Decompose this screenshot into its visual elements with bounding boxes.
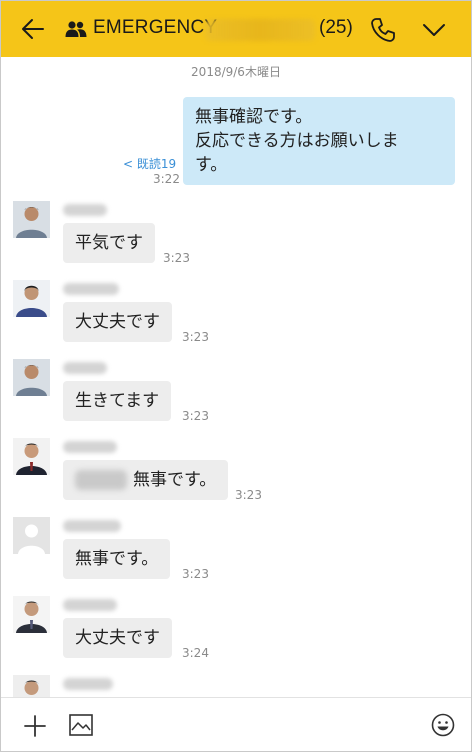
avatar-placeholder[interactable] [13, 517, 50, 554]
avatar[interactable] [13, 280, 50, 317]
date-separator: 2018/9/6木曜日 [191, 65, 281, 79]
sender-name-redacted [63, 599, 117, 611]
incoming-message[interactable]: 平気です [63, 223, 155, 263]
message-list[interactable]: 2018/9/6木曜日 無事確認です。 反応できる方はお願いしま す。 < 既読… [1, 57, 471, 697]
chat-header: EMERGENCY (25) [1, 1, 471, 57]
redacted-text [75, 470, 127, 490]
message-time: 3:23 [182, 567, 209, 581]
emoji-icon[interactable] [431, 713, 455, 737]
incoming-message[interactable]: 大丈夫です [63, 618, 172, 658]
message-time: 3:23 [235, 488, 262, 502]
avatar[interactable] [13, 596, 50, 633]
message-time: 3:23 [163, 251, 190, 265]
message-time: 3:23 [182, 330, 209, 344]
incoming-message[interactable]: 無事です。 [63, 460, 229, 500]
read-receipt[interactable]: < 既読19 [123, 155, 176, 172]
chat-screen: EMERGENCY (25) 2018/9/6木曜日 無事確認です。 反応できる… [0, 0, 472, 752]
sender-name-redacted [63, 283, 119, 295]
sender-name-redacted [63, 362, 107, 374]
back-arrow-icon[interactable] [19, 15, 47, 43]
message-text: 無事です。 [133, 470, 217, 490]
group-icon [65, 20, 87, 38]
sender-name-redacted [63, 204, 107, 216]
chat-title[interactable]: EMERGENCY [93, 17, 217, 39]
phone-icon[interactable] [369, 16, 397, 44]
sender-name-redacted [63, 520, 121, 532]
avatar[interactable] [13, 438, 50, 475]
avatar[interactable] [13, 359, 50, 396]
chevron-down-icon[interactable] [421, 19, 447, 41]
outgoing-message[interactable]: 無事確認です。 反応できる方はお願いしま す。 [183, 97, 455, 185]
message-line: 無事確認です。 [195, 107, 313, 127]
message-time: 3:24 [182, 646, 209, 660]
message-time: 3:23 [182, 409, 209, 423]
incoming-message[interactable]: 大丈夫です [63, 302, 172, 342]
incoming-message[interactable]: 無事です。 [63, 539, 171, 579]
avatar[interactable] [13, 201, 50, 238]
redacted-title-part [205, 19, 315, 41]
sender-name-redacted [63, 678, 113, 690]
image-icon[interactable] [69, 714, 93, 736]
input-toolbar [1, 697, 471, 751]
member-count: (25) [319, 17, 353, 38]
incoming-message[interactable]: 生きてます [63, 381, 172, 421]
message-line: 反応できる方はお願いしま [195, 131, 399, 151]
avatar[interactable] [13, 675, 50, 697]
message-line: す。 [195, 155, 228, 175]
sender-name-redacted [63, 441, 117, 453]
plus-icon[interactable] [23, 714, 47, 738]
message-time: 3:22 [153, 172, 180, 186]
